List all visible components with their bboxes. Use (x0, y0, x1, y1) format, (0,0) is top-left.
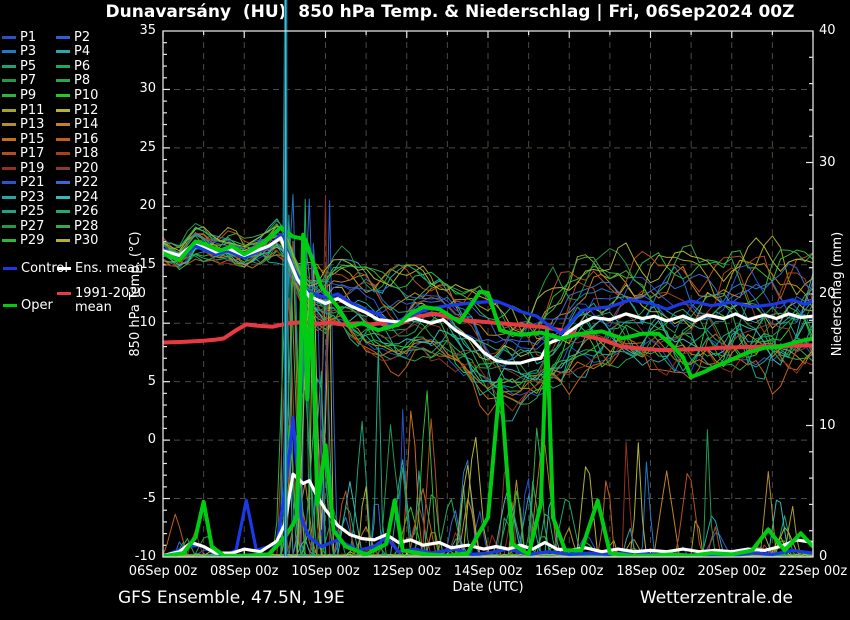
ensemble-forecast-page: Dunavarsány (HU) 850 hPa Temp. & Nieders… (0, 0, 850, 620)
x-tick-label: 10Sep 00z (281, 564, 371, 579)
x-tick-label: 18Sep 00z (606, 564, 696, 579)
footer-brand: Wetterzentrale.de (500, 588, 793, 608)
y-left-tick-label: 30 (112, 81, 156, 96)
x-tick-label: 12Sep 00z (362, 564, 452, 579)
y-left-tick-label: 20 (112, 198, 156, 213)
y-axis-label-left: 850 hPa Temp. (°C) (128, 184, 144, 404)
x-tick-label: 20Sep 00z (687, 564, 777, 579)
y-right-tick-label: 20 (819, 286, 849, 301)
y-left-tick-label: 15 (112, 257, 156, 272)
y-right-tick-label: 10 (819, 418, 849, 433)
footer-model-info: GFS Ensemble, 47.5N, 19E (118, 588, 345, 608)
x-tick-label: 06Sep 00z (118, 564, 208, 579)
x-tick-label: 22Sep 00z (768, 564, 850, 579)
y-left-tick-label: -5 (112, 491, 156, 506)
y-right-tick-label: 40 (819, 23, 849, 38)
y-left-tick-label: -10 (112, 549, 156, 564)
y-right-tick-label: 0 (819, 549, 849, 564)
x-tick-label: 14Sep 00z (443, 564, 533, 579)
y-left-tick-label: 10 (112, 315, 156, 330)
y-left-tick-label: 0 (112, 432, 156, 447)
x-tick-label: 16Sep 00z (524, 564, 614, 579)
y-left-tick-label: 25 (112, 140, 156, 155)
x-tick-label: 08Sep 00z (199, 564, 289, 579)
y-left-tick-label: 35 (112, 23, 156, 38)
y-left-tick-label: 5 (112, 374, 156, 389)
y-right-tick-label: 30 (819, 155, 849, 170)
